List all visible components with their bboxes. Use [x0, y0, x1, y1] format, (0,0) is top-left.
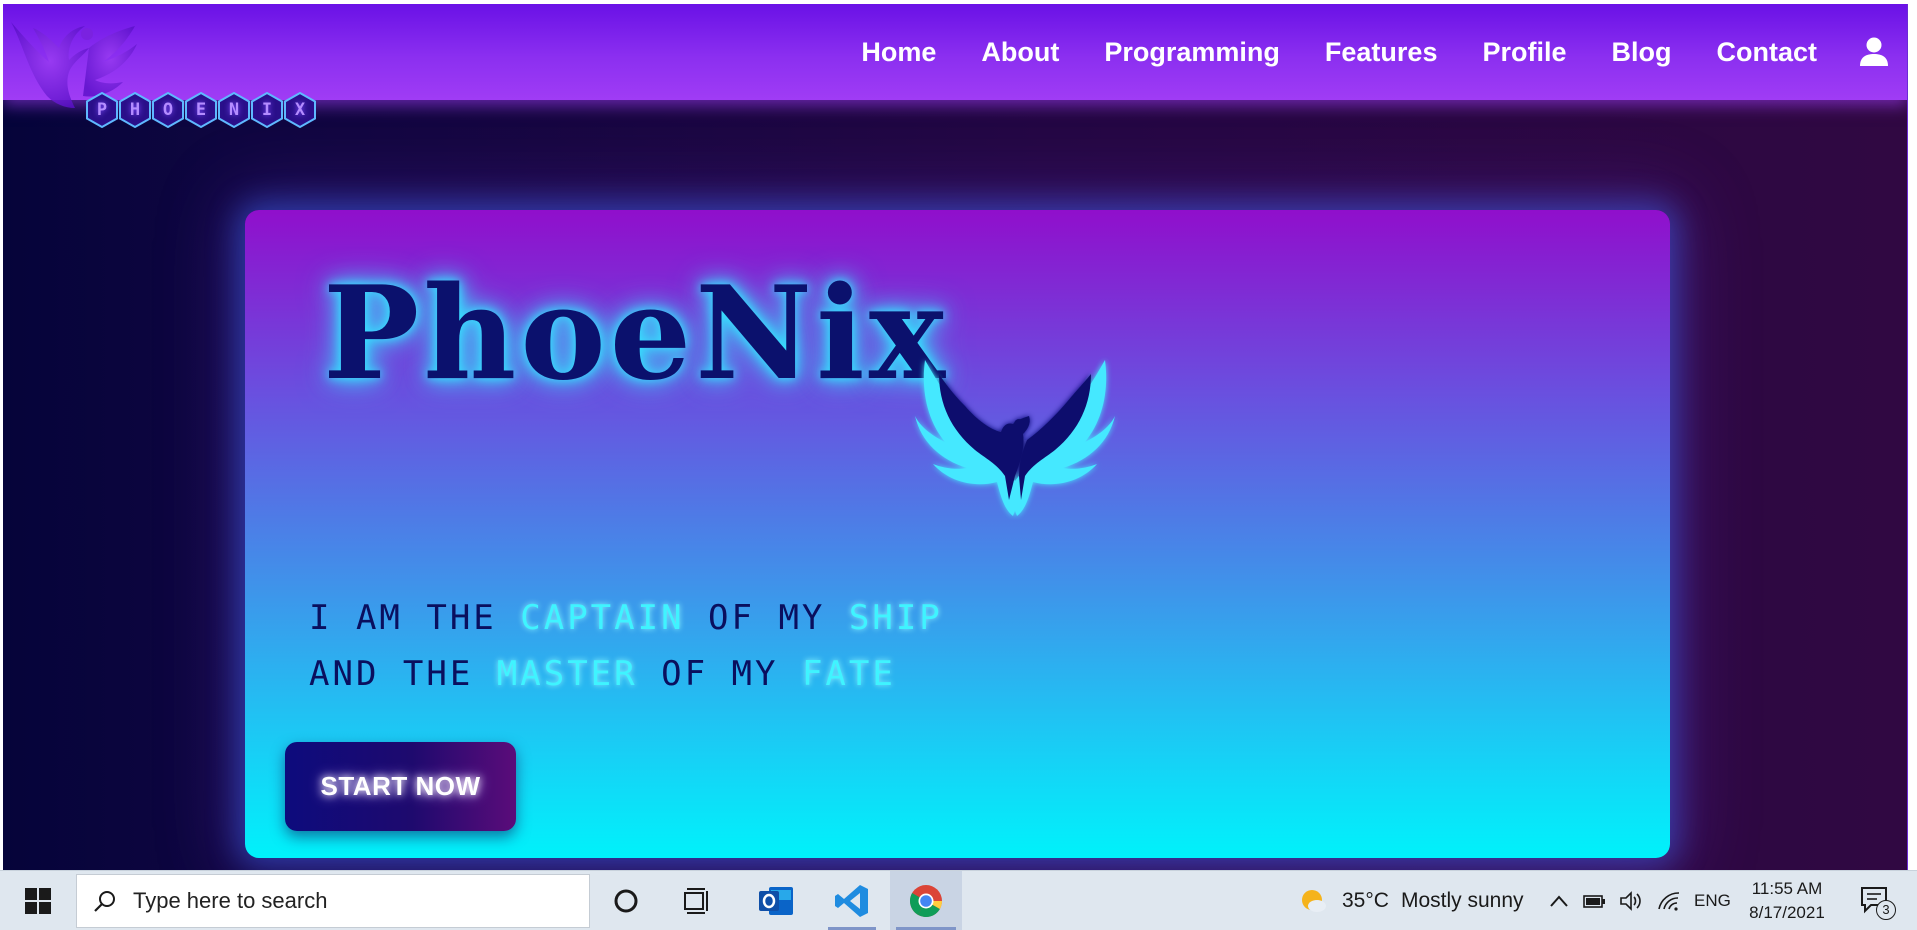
navbar: Home About Programming Features Profile …	[3, 4, 1907, 100]
weather-sun-icon[interactable]	[1296, 871, 1330, 930]
nav-blog[interactable]: Blog	[1612, 37, 1672, 68]
logo-hex-tile: I	[250, 92, 284, 128]
clock-time: 11:55 AM	[1751, 878, 1823, 898]
logo-hex-tile: N	[217, 92, 251, 128]
logo-hex-tile: X	[283, 92, 317, 128]
clock-date: 8/17/2021	[1749, 902, 1825, 922]
start-now-button[interactable]: START NOW	[285, 742, 516, 831]
cortana-icon[interactable]	[598, 871, 654, 930]
tagline-text: AND THE	[309, 654, 474, 694]
outlook-icon[interactable]	[748, 871, 804, 930]
vscode-icon[interactable]	[822, 871, 882, 930]
tagline-highlight: FATE	[801, 654, 896, 694]
battery-icon[interactable]	[1580, 871, 1610, 930]
nav-profile[interactable]: Profile	[1482, 37, 1566, 68]
logo-wordmark[interactable]: P H O E N I X	[85, 92, 316, 128]
clock[interactable]: 11:55 AM 8/17/2021	[1744, 871, 1830, 930]
nav-contact[interactable]: Contact	[1717, 37, 1818, 68]
tagline-text: OF MY	[708, 598, 826, 638]
tagline-text: OF MY	[661, 654, 779, 694]
hero-tagline: I AM THE CAPTAIN OF MY SHIP AND THE MAST…	[309, 590, 943, 702]
language-indicator[interactable]: ENG	[1694, 871, 1731, 930]
nav-about[interactable]: About	[981, 37, 1059, 68]
nav-home[interactable]: Home	[861, 37, 936, 68]
weather-temp[interactable]: 35°C	[1342, 871, 1389, 930]
web-page: Home About Programming Features Profile …	[3, 4, 1908, 870]
tagline-highlight: CAPTAIN	[520, 598, 685, 638]
nav-features[interactable]: Features	[1325, 37, 1438, 68]
tagline-highlight: MASTER	[496, 654, 638, 694]
tagline-highlight: SHIP	[848, 598, 943, 638]
logo-hex-tile: H	[118, 92, 152, 128]
logo-hex-tile: E	[184, 92, 218, 128]
wifi-icon[interactable]	[1654, 871, 1684, 930]
notification-badge: 3	[1876, 899, 1896, 920]
volume-icon[interactable]	[1616, 871, 1646, 930]
search-icon	[93, 889, 117, 913]
hero-title: PhoeNix	[323, 259, 950, 409]
search-input[interactable]	[131, 887, 555, 915]
windows-start-icon[interactable]	[10, 871, 66, 930]
taskbar-search-box[interactable]	[76, 874, 590, 928]
chrome-icon[interactable]	[890, 871, 962, 930]
tagline-line-2: AND THE MASTER OF MY FATE	[309, 646, 943, 702]
chevron-up-icon[interactable]	[1544, 871, 1574, 930]
logo-hex-tile: P	[85, 92, 119, 128]
hero-card: PhoeNix I AM THE CAPTAIN OF MY SHIP AND …	[245, 210, 1670, 858]
nav-programming[interactable]: Programming	[1104, 37, 1280, 68]
phoenix-bird-icon	[905, 350, 1125, 524]
start-now-label: START NOW	[320, 771, 481, 801]
user-icon[interactable]	[1859, 36, 1889, 68]
task-view-icon[interactable]	[670, 871, 726, 930]
tagline-line-1: I AM THE CAPTAIN OF MY SHIP	[309, 590, 943, 646]
weather-desc[interactable]: Mostly sunny	[1401, 871, 1524, 930]
notifications-icon[interactable]: 3	[1852, 871, 1902, 930]
tagline-text: I AM THE	[309, 598, 497, 638]
taskbar: 35°C Mostly sunny ENG 11:55 AM 8/17/2021	[0, 870, 1917, 930]
logo-hex-tile: O	[151, 92, 185, 128]
nav-links: Home About Programming Features Profile …	[816, 4, 1889, 100]
